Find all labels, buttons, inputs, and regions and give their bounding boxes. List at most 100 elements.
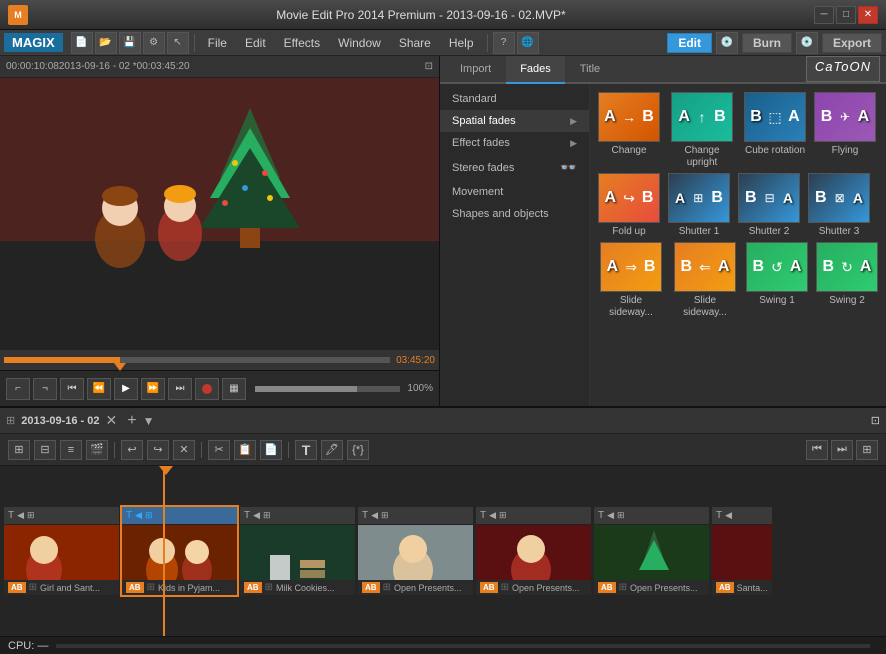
tl-delete-btn[interactable]: ✕ xyxy=(173,440,195,460)
effect-shutter-1[interactable]: A⊞B Shutter 1 xyxy=(668,173,730,238)
online-icon[interactable]: 🌐 xyxy=(517,32,539,54)
menu-help[interactable]: Help xyxy=(441,34,482,52)
tl-next-btn[interactable]: ⏭ xyxy=(831,440,853,460)
text-icon-7: T xyxy=(716,510,722,521)
tl-copy-btn[interactable]: 📋 xyxy=(234,440,256,460)
magix-logo: MAGIX xyxy=(4,33,63,52)
tl-cut-btn[interactable]: ✂ xyxy=(208,440,230,460)
timeline-expand-icon[interactable]: ⊡ xyxy=(871,414,880,427)
clip-ab-badge-7: AB xyxy=(716,582,734,593)
clip-3-thumb xyxy=(240,525,355,580)
help-icon[interactable]: ? xyxy=(493,32,515,54)
clip-nav-icon-6: ◀ xyxy=(607,510,614,521)
preview-scrubber[interactable]: 03:45:20 xyxy=(0,350,439,370)
scrubber-bar[interactable] xyxy=(4,357,390,363)
burn-button[interactable]: Burn xyxy=(742,33,792,53)
menu-window[interactable]: Window xyxy=(330,34,389,52)
clip-girl-santa[interactable]: T ◀ ⊞ AB ⊞ Girl and Sant... xyxy=(4,507,119,595)
pointer-icon[interactable]: ↖ xyxy=(167,32,189,54)
effect-shutter-2[interactable]: B⊟A Shutter 2 xyxy=(738,173,800,238)
clip-milk-cookies[interactable]: T ◀ ⊞ AB ⊞ Milk Cookies... xyxy=(240,507,355,595)
maximize-button[interactable]: □ xyxy=(836,6,856,24)
effect-cube-rotation[interactable]: B⬚A Cube rotation xyxy=(744,92,806,169)
skip-back-button[interactable]: ⏮ xyxy=(60,378,84,400)
effect-change-upright[interactable]: A↑B Change upright xyxy=(668,92,736,169)
new-icon[interactable]: 📄 xyxy=(71,32,93,54)
tl-multitrack-btn[interactable]: ⊟ xyxy=(34,440,56,460)
save-icon[interactable]: 💾 xyxy=(119,32,141,54)
tl-text-btn[interactable]: T xyxy=(295,440,317,460)
effect-shapes-objects[interactable]: Shapes and objects xyxy=(440,203,589,225)
clip-open-presents-3[interactable]: T ◀ ⊞ AB ⊞ Open Presents... xyxy=(594,507,709,595)
tab-fades[interactable]: Fades xyxy=(506,56,565,84)
effect-fold-up[interactable]: A↪B Fold up xyxy=(598,173,660,238)
burn-disc-icon[interactable]: 💿 xyxy=(716,32,738,54)
effect-shutter-3[interactable]: B⊠A Shutter 3 xyxy=(808,173,870,238)
tl-list-btn[interactable]: ≡ xyxy=(60,440,82,460)
effect-slide-1[interactable]: A⇒B Slide sideway... xyxy=(598,242,664,319)
title-bar: M Movie Edit Pro 2014 Premium - 2013-09-… xyxy=(0,0,886,30)
export-button[interactable]: Export xyxy=(822,33,882,53)
effect-flying[interactable]: B✈A Flying xyxy=(814,92,876,169)
menu-file[interactable]: File xyxy=(200,34,235,52)
tl-clip-btn[interactable]: 🎬 xyxy=(86,440,108,460)
preview-video xyxy=(0,78,439,350)
tab-title[interactable]: Title xyxy=(566,56,614,84)
tl-grid-btn[interactable]: ⊞ xyxy=(856,440,878,460)
clip-5-header: T ◀ ⊞ xyxy=(476,507,591,525)
mark-out-button[interactable]: ¬ xyxy=(33,378,57,400)
menu-share[interactable]: Share xyxy=(391,34,439,52)
clip-open-presents-2[interactable]: T ◀ ⊞ AB ⊞ Open Presents... xyxy=(476,507,591,595)
timeline-close[interactable]: ✕ xyxy=(106,412,118,429)
misc-button[interactable]: ▦ xyxy=(222,378,246,400)
catoon-logo[interactable]: CaToON xyxy=(806,56,880,82)
clip-1-name: Girl and Sant... xyxy=(40,583,100,593)
clip-kids-pyjama[interactable]: T ◀ ⊞ AB ⊞ Kids in Pyjam... xyxy=(122,507,237,595)
volume-slider[interactable] xyxy=(255,386,400,392)
effect-change[interactable]: A→B Change xyxy=(598,92,660,169)
clip-action-icon-2: ⊞ xyxy=(145,510,153,521)
tl-prev-btn[interactable]: ⏮ xyxy=(806,440,828,460)
mark-in-button[interactable]: ⌐ xyxy=(6,378,30,400)
close-button[interactable]: ✕ xyxy=(858,6,878,24)
menu-effects[interactable]: Effects xyxy=(276,34,328,52)
clip-open-presents-1[interactable]: T ◀ ⊞ AB ⊞ Open Presents... xyxy=(358,507,473,595)
prev-frame-button[interactable]: ⏪ xyxy=(87,378,111,400)
clip-nav-icon-4: ◀ xyxy=(371,510,378,521)
preview-expand-icon[interactable]: ⊡ xyxy=(425,61,433,72)
edit-button[interactable]: Edit xyxy=(667,33,712,53)
timeline-add[interactable]: + xyxy=(127,412,136,430)
next-frame-button[interactable]: ⏩ xyxy=(141,378,165,400)
effect-swing-2[interactable]: B↻A Swing 2 xyxy=(816,242,878,319)
clip-nav-icon-5: ◀ xyxy=(489,510,496,521)
tl-brush-btn[interactable]: 🖊 xyxy=(321,440,343,460)
open-icon[interactable]: 📂 xyxy=(95,32,117,54)
tl-paste-btn[interactable]: 📄 xyxy=(260,440,282,460)
effect-effect-fades[interactable]: Effect fades ▶ xyxy=(440,132,589,154)
clip-santa[interactable]: T ◀ AB Santa... xyxy=(712,507,772,595)
menu-edit[interactable]: Edit xyxy=(237,34,274,52)
tab-import[interactable]: Import xyxy=(446,56,505,84)
effect-swing-1[interactable]: B↺A Swing 1 xyxy=(746,242,808,319)
timeline-dropdown[interactable]: ▼ xyxy=(143,414,155,428)
effect-stereo-fades[interactable]: Stereo fades 👓 xyxy=(440,154,589,181)
tl-undo-btn[interactable]: ↩ xyxy=(121,440,143,460)
clip-film-icon: ⊞ xyxy=(29,582,37,593)
effect-spatial-fades[interactable]: Spatial fades ▶ xyxy=(440,110,589,132)
clip-film-icon-6: ⊞ xyxy=(619,582,627,593)
effect-standard[interactable]: Standard xyxy=(440,88,589,110)
tl-fx-btn[interactable]: {*} xyxy=(347,440,369,460)
record-button[interactable] xyxy=(195,378,219,400)
minimize-button[interactable]: ─ xyxy=(814,6,834,24)
settings-icon[interactable]: ⚙ xyxy=(143,32,165,54)
effect-cube-thumb: B⬚A xyxy=(744,92,806,142)
play-button[interactable]: ▶ xyxy=(114,378,138,400)
effect-slide-2[interactable]: B⇐A Slide sideway... xyxy=(672,242,738,319)
tl-redo-btn[interactable]: ↪ xyxy=(147,440,169,460)
clip-film-icon-5: ⊞ xyxy=(501,582,509,593)
text-icon-5: T xyxy=(480,510,486,521)
tl-view-btn[interactable]: ⊞ xyxy=(8,440,30,460)
export-disc-icon[interactable]: 💿 xyxy=(796,32,818,54)
effect-movement[interactable]: Movement xyxy=(440,181,589,203)
skip-forward-button[interactable]: ⏭ xyxy=(168,378,192,400)
